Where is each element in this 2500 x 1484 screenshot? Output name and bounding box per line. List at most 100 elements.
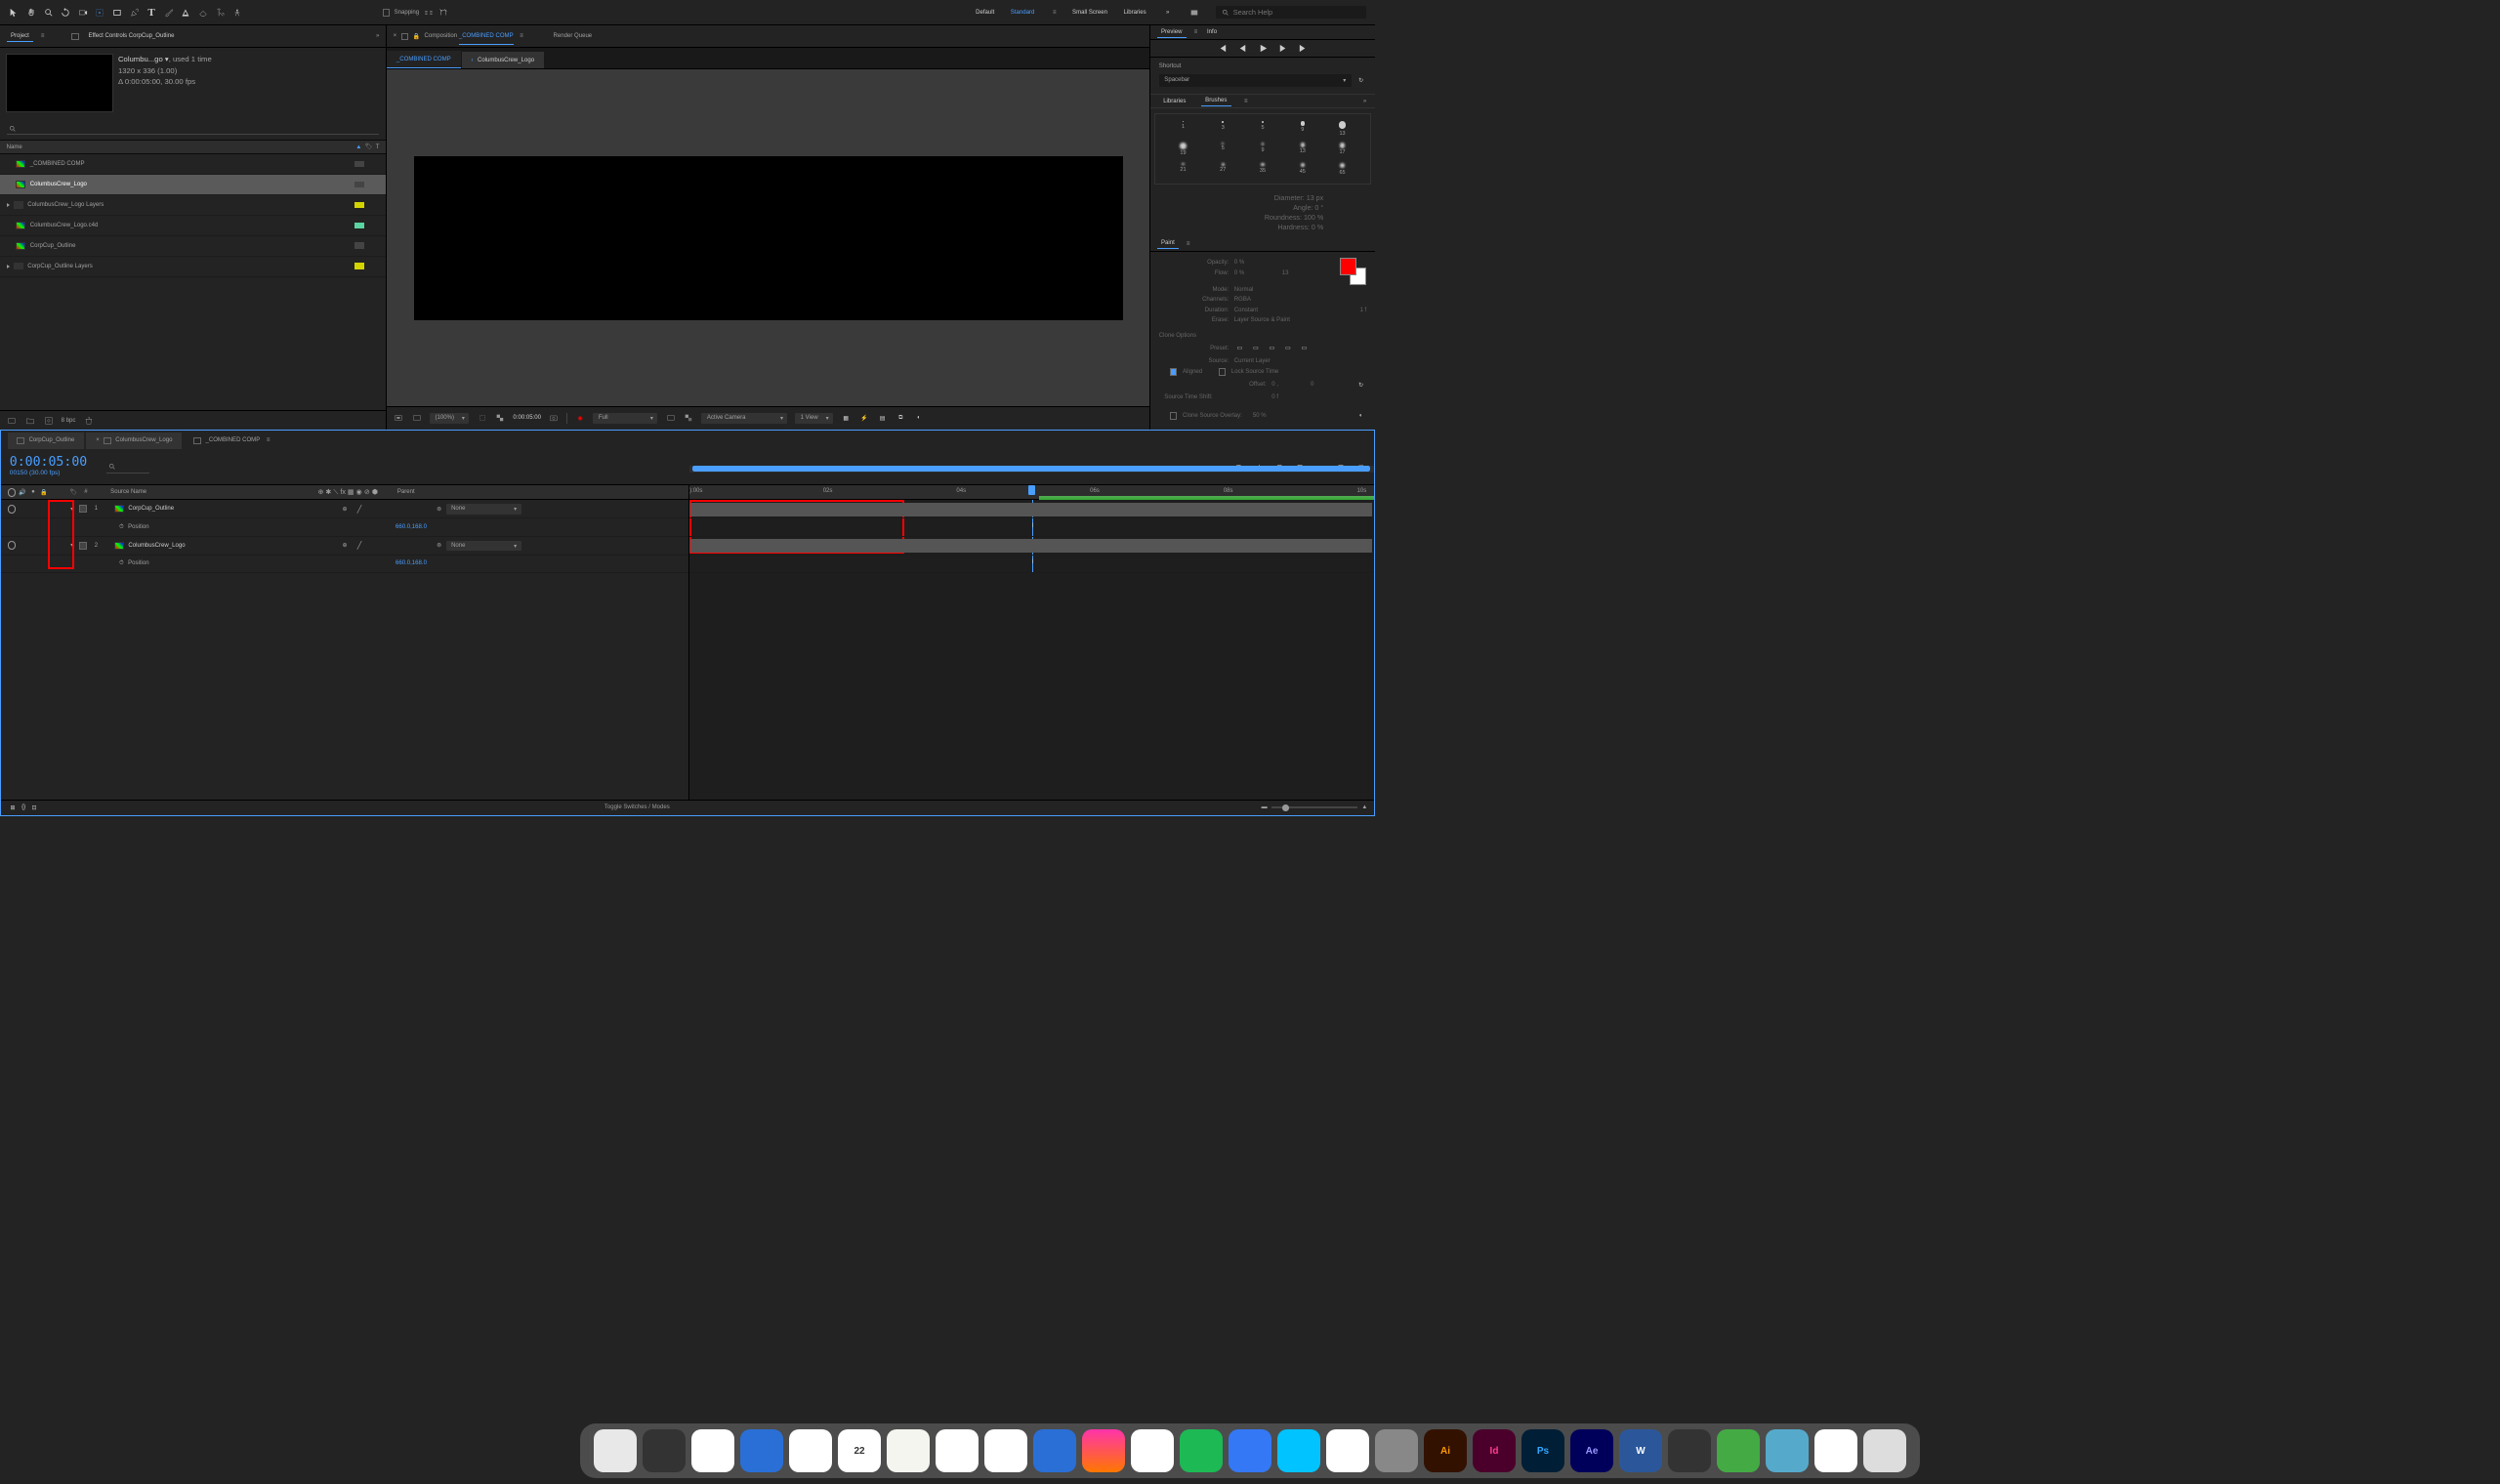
brush-preset[interactable]: 9 bbox=[1283, 119, 1321, 139]
audio-column-icon[interactable]: 🔊 bbox=[19, 488, 27, 497]
comp-tab[interactable]: ‹ColumbusCrew_Logo bbox=[462, 52, 544, 68]
stopwatch-icon[interactable]: ⏱ bbox=[119, 560, 124, 567]
snap-bounds-icon[interactable] bbox=[424, 7, 435, 18]
dock-app-settings[interactable] bbox=[1375, 1429, 1418, 1472]
bpc-label[interactable]: 8 bpc bbox=[62, 418, 76, 424]
paint-menu-icon[interactable]: ≡ bbox=[1187, 241, 1190, 247]
brushes-menu-icon[interactable]: ≡ bbox=[1244, 99, 1248, 104]
brush-preset[interactable]: 13 bbox=[1323, 119, 1361, 139]
layer-num-column[interactable]: # bbox=[80, 489, 91, 495]
expand-arrow-icon[interactable] bbox=[7, 265, 10, 268]
layer-label-color[interactable] bbox=[79, 505, 87, 513]
brush-preset[interactable]: 21 bbox=[1164, 161, 1202, 179]
overlay-diff-icon[interactable]: ◐ bbox=[1355, 410, 1366, 421]
dock-app-notes[interactable] bbox=[887, 1429, 930, 1472]
time-shift-value[interactable]: 0 f bbox=[1271, 394, 1278, 400]
roi-icon[interactable] bbox=[665, 413, 676, 424]
timeline-tab[interactable]: _COMBINED COMP≡ bbox=[185, 433, 280, 448]
current-time[interactable]: 0:00:05:00 bbox=[513, 415, 541, 421]
project-item[interactable]: ColumbusCrew_Logo.c4d bbox=[0, 216, 386, 236]
dock-app-slack[interactable] bbox=[1326, 1429, 1369, 1472]
project-search[interactable] bbox=[7, 122, 380, 135]
prev-frame-icon[interactable] bbox=[1237, 43, 1248, 54]
label-column-icon[interactable]: 🏷 bbox=[69, 489, 77, 496]
layer-row[interactable]: 2ColumbusCrew_Logo⊕╱⊚None bbox=[1, 537, 688, 556]
lock-toggle[interactable] bbox=[40, 541, 49, 550]
effect-controls-tab[interactable]: Effect Controls CorpCup_Outline bbox=[84, 31, 179, 41]
paint-color-swatches[interactable] bbox=[1340, 258, 1367, 285]
brush-preset[interactable]: 19 bbox=[1164, 141, 1202, 159]
rotation-tool-icon[interactable] bbox=[61, 7, 71, 18]
layer-label-color[interactable] bbox=[79, 542, 87, 550]
timeline-icon[interactable]: ▤ bbox=[877, 413, 888, 424]
parent-dropdown[interactable]: None bbox=[446, 504, 521, 514]
zoom-in-icon[interactable]: ▲ bbox=[1361, 804, 1367, 810]
last-frame-icon[interactable] bbox=[1298, 43, 1309, 54]
sort-icon[interactable]: ▲ bbox=[355, 144, 361, 150]
toggle-switches-modes[interactable]: Toggle Switches / Modes bbox=[604, 804, 670, 810]
pen-tool-icon[interactable] bbox=[129, 7, 140, 18]
stopwatch-icon[interactable]: ⏱ bbox=[119, 524, 124, 531]
dock-app-music[interactable] bbox=[1082, 1429, 1125, 1472]
property-value[interactable]: 660.0,168.0 bbox=[396, 524, 427, 530]
channel-icon[interactable] bbox=[684, 413, 694, 424]
transparency-grid-icon[interactable] bbox=[495, 413, 506, 424]
label-column-icon[interactable]: 🏷 bbox=[365, 144, 373, 150]
color-management-icon[interactable]: ◉ bbox=[575, 413, 586, 424]
dock-app-podcasts[interactable] bbox=[1131, 1429, 1174, 1472]
layer-expand-icon[interactable] bbox=[70, 544, 74, 547]
project-item[interactable]: ColumbusCrew_Logo Layers bbox=[0, 195, 386, 216]
paint-tab[interactable]: Paint bbox=[1157, 238, 1180, 249]
layer-duration-bar[interactable] bbox=[690, 503, 1371, 516]
shortcut-dropdown[interactable]: Spacebar▾ bbox=[1159, 74, 1352, 88]
eraser-tool-icon[interactable] bbox=[197, 7, 208, 18]
item-label-color[interactable] bbox=[354, 223, 364, 229]
lock-column-icon[interactable]: 🔒 bbox=[40, 488, 49, 497]
project-expand-icon[interactable]: » bbox=[376, 33, 379, 39]
timeline-current-time[interactable]: 0:00:05:00 bbox=[10, 455, 87, 470]
item-label-color[interactable] bbox=[354, 242, 364, 249]
clone-source[interactable]: Current Layer bbox=[1234, 358, 1271, 364]
libraries-tab[interactable]: Libraries bbox=[1159, 96, 1190, 105]
close-tab-icon[interactable]: × bbox=[96, 437, 100, 443]
play-icon[interactable] bbox=[1258, 43, 1269, 54]
rectangle-tool-icon[interactable] bbox=[111, 7, 122, 18]
parent-pickwhip-icon[interactable]: ⊚ bbox=[437, 506, 441, 513]
dock-app-word[interactable]: W bbox=[1619, 1429, 1662, 1472]
visibility-toggle[interactable] bbox=[8, 541, 17, 550]
brush-preset[interactable]: 13 bbox=[1283, 141, 1321, 159]
snapping-checkbox[interactable] bbox=[383, 9, 391, 17]
snapshot-icon[interactable] bbox=[549, 413, 560, 424]
dock-app-photoshop[interactable]: Ps bbox=[1521, 1429, 1564, 1472]
resolution-icon[interactable] bbox=[477, 413, 487, 424]
type-column[interactable]: T bbox=[376, 144, 380, 150]
info-tab[interactable]: Info bbox=[1203, 27, 1222, 37]
project-menu-icon[interactable]: ≡ bbox=[41, 33, 45, 39]
keyframe-marker-icon[interactable]: I bbox=[1032, 523, 1034, 529]
toggle-switches-icon[interactable]: ⊞ bbox=[8, 803, 19, 813]
clone-preset-5-icon[interactable]: ▭ bbox=[1299, 343, 1310, 353]
item-label-color[interactable] bbox=[354, 202, 364, 209]
next-frame-icon[interactable] bbox=[1277, 43, 1288, 54]
render-queue-tab[interactable]: Render Queue bbox=[554, 33, 593, 39]
clone-tool-icon[interactable] bbox=[181, 7, 191, 18]
dock-app-safari[interactable] bbox=[740, 1429, 783, 1472]
opacity-value[interactable]: 0 % bbox=[1234, 260, 1244, 266]
paint-channels[interactable]: RGBA bbox=[1234, 297, 1251, 303]
aligned-checkbox[interactable] bbox=[1170, 368, 1178, 376]
track-row[interactable] bbox=[689, 500, 1374, 518]
brush-preset[interactable]: 27 bbox=[1204, 161, 1242, 179]
visibility-toggle[interactable] bbox=[8, 505, 17, 514]
workspace-default[interactable]: Default bbox=[976, 10, 994, 16]
text-tool-icon[interactable]: T bbox=[146, 7, 157, 18]
project-name-column[interactable]: Name bbox=[7, 144, 22, 150]
transform-reset-icon[interactable]: ⊕ bbox=[337, 542, 354, 549]
composition-canvas[interactable] bbox=[414, 156, 1123, 320]
layer-name[interactable]: CorpCup_Outline bbox=[128, 506, 332, 512]
fg-color-swatch[interactable] bbox=[1340, 258, 1357, 275]
resolution-dropdown[interactable]: Full bbox=[593, 413, 657, 423]
transform-reset-icon[interactable]: ⊕ bbox=[337, 506, 354, 513]
composition-viewer[interactable] bbox=[387, 69, 1149, 405]
work-area-bar[interactable] bbox=[692, 466, 1370, 472]
dock-app-illustrator[interactable]: Ai bbox=[1424, 1429, 1467, 1472]
